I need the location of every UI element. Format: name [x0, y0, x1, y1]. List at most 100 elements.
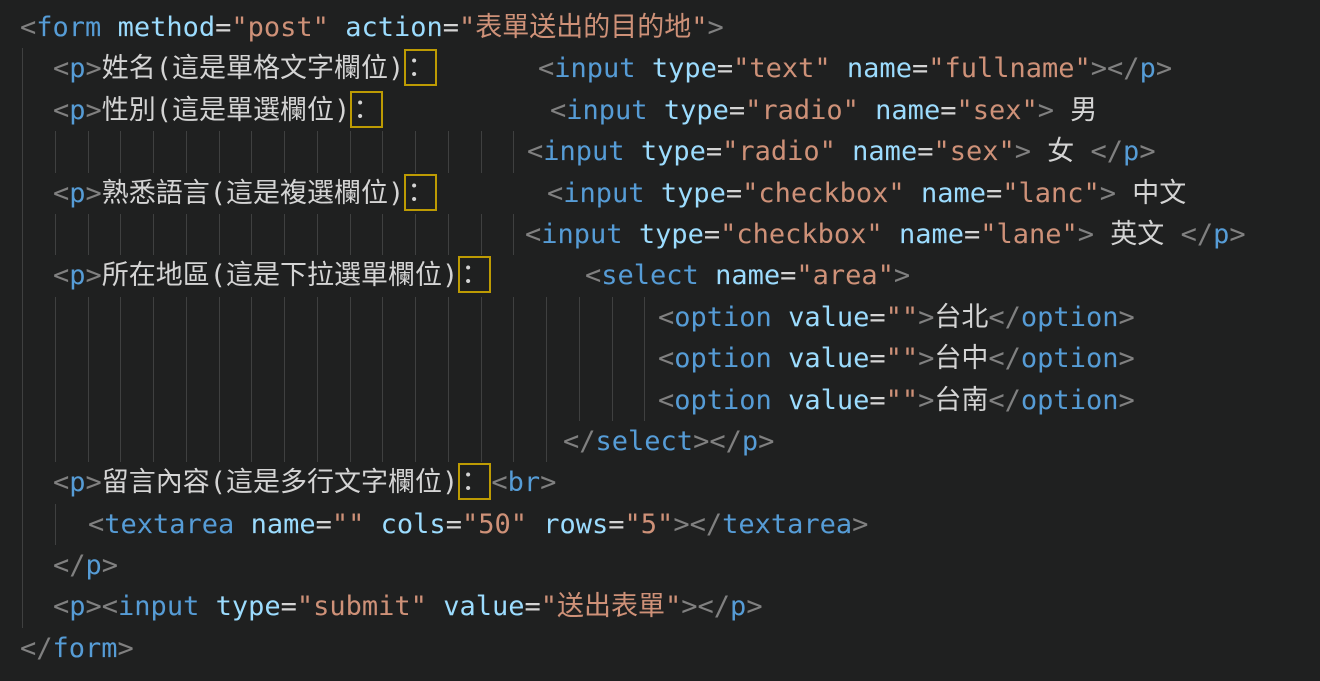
- code-token-t: 台南: [934, 385, 988, 416]
- code-token-eq: =: [917, 136, 933, 167]
- code-token-attr: value: [788, 302, 869, 333]
- indent-guide: [350, 297, 351, 338]
- code-line: </form>: [0, 628, 1320, 669]
- indent-guide: [546, 380, 547, 421]
- code-token-t: 台北: [934, 302, 988, 333]
- code-token-eq: =: [940, 95, 956, 126]
- code-line: <option value="">台北</option>: [0, 297, 1320, 338]
- code-token-tag: input: [563, 178, 644, 209]
- indent-guide: [644, 380, 645, 421]
- code-token-p: >: [1118, 302, 1134, 333]
- code-token-attr: type: [641, 136, 706, 167]
- code-token-p: <: [53, 178, 69, 209]
- indent-guide: [513, 131, 514, 172]
- code-token-p: <: [88, 509, 104, 540]
- code-token-p: </: [563, 426, 596, 457]
- indent-guide: [186, 338, 187, 379]
- indent-guide: [251, 421, 252, 462]
- code-line: <option value="">台中</option>: [0, 338, 1320, 379]
- indent-guide: [284, 131, 285, 172]
- code-token-p: >: [86, 260, 102, 291]
- code-token-p: >: [102, 550, 118, 581]
- code-token-attr: value: [788, 385, 869, 416]
- indent-guide: [481, 131, 482, 172]
- code-segment: <p>留言內容(這是多行文字欄位)：<br>: [53, 462, 556, 503]
- indent-guide: [317, 214, 318, 255]
- code-token-tag: input: [541, 219, 622, 250]
- indent-guide: [382, 214, 383, 255]
- code-line: <textarea name="" cols="50" rows="5"></t…: [0, 504, 1320, 545]
- code-token-tag: p: [86, 550, 102, 581]
- code-token-tag: p: [69, 95, 85, 126]
- code-segment: <input type="checkbox" name="lanc"> 中文: [547, 173, 1186, 214]
- code-segment: <select name="area">: [585, 255, 910, 296]
- code-segment: <input type="text" name="fullname"></p>: [538, 48, 1172, 89]
- indent-guide: [546, 338, 547, 379]
- code-token-tag: p: [69, 178, 85, 209]
- code-token-str: "submit": [297, 591, 427, 622]
- code-line: <p>姓名(這是單格文字欄位)：<input type="text" name=…: [0, 48, 1320, 89]
- indent-guide: [55, 131, 56, 172]
- indent-guide: [415, 131, 416, 172]
- indent-guide: [382, 131, 383, 172]
- code-token-tag: select: [601, 260, 699, 291]
- code-token-str: "text": [733, 53, 831, 84]
- code-token-tag: input: [118, 591, 199, 622]
- indent-guide: [251, 380, 252, 421]
- code-token-t: [623, 219, 639, 250]
- code-token-p: ></: [681, 591, 730, 622]
- code-segment: <option value="">台北</option>: [658, 297, 1135, 338]
- code-token-tag: br: [508, 467, 541, 498]
- code-token-t: [772, 385, 788, 416]
- code-token-p: ></: [673, 509, 722, 540]
- code-token-p: >: [758, 426, 774, 457]
- code-token-p: <: [538, 53, 554, 84]
- indent-guide: [22, 586, 23, 627]
- code-line: <p><input type="submit" value="送出表單"></p…: [0, 586, 1320, 627]
- indent-guide: [481, 421, 482, 462]
- code-line: <input type="radio" name="sex"> 女 </p>: [0, 131, 1320, 172]
- indent-guide: [350, 421, 351, 462]
- code-token-p: >: [1118, 385, 1134, 416]
- indent-guide: [153, 380, 154, 421]
- indent-guide: [513, 338, 514, 379]
- code-token-p: >: [894, 260, 910, 291]
- indent-guide: [448, 131, 449, 172]
- unicode-highlight-colon: ：: [404, 49, 437, 86]
- code-token-tag: option: [1021, 302, 1119, 333]
- code-token-attr: value: [788, 343, 869, 374]
- code-token-eq: =: [443, 12, 459, 43]
- code-token-t: [772, 343, 788, 374]
- code-segment: <input type="checkbox" name="lane"> 英文 <…: [525, 214, 1246, 255]
- code-token-tag: input: [566, 95, 647, 126]
- code-token-tag: p: [69, 467, 85, 498]
- code-token-tag: select: [596, 426, 694, 457]
- code-token-tag: textarea: [104, 509, 234, 540]
- code-token-attr: name: [715, 260, 780, 291]
- code-token-t: 姓名(這是單格文字欄位): [102, 53, 405, 84]
- code-token-tag: form: [53, 633, 118, 664]
- code-token-eq: =: [316, 509, 332, 540]
- code-line: <option value="">台南</option>: [0, 380, 1320, 421]
- code-token-tag: input: [554, 53, 635, 84]
- code-token-p: >: [118, 633, 134, 664]
- code-token-tag: p: [742, 426, 758, 457]
- unicode-highlight-colon: ：: [350, 91, 383, 128]
- indent-guide: [448, 421, 449, 462]
- code-token-t: [329, 12, 345, 43]
- code-editor[interactable]: <form method="post" action="表單送出的目的地"><p…: [0, 0, 1320, 681]
- code-token-tag: p: [1123, 136, 1139, 167]
- code-token-t: 男: [1054, 95, 1097, 126]
- indent-guide: [120, 421, 121, 462]
- indent-guide: [120, 297, 121, 338]
- indent-guide: [22, 421, 23, 462]
- code-token-tag: p: [69, 591, 85, 622]
- indent-guide: [415, 297, 416, 338]
- code-token-str: "checkbox": [742, 178, 905, 209]
- code-token-str: "radio": [745, 95, 859, 126]
- code-token-p: >: [918, 343, 934, 374]
- code-token-attr: type: [661, 178, 726, 209]
- code-segment: </form>: [20, 628, 134, 669]
- indent-guide: [513, 421, 514, 462]
- unicode-highlight-colon: ：: [458, 463, 491, 500]
